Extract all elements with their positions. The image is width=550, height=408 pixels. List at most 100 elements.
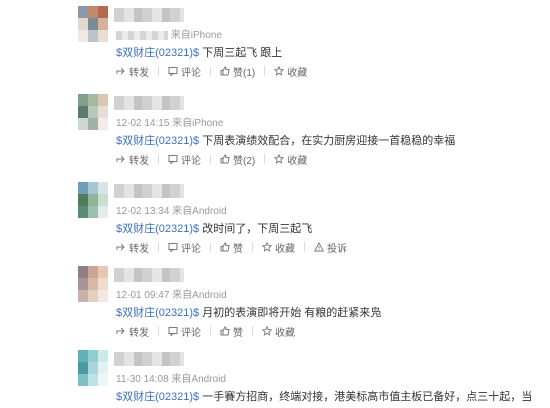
comment-label: 评论 xyxy=(181,327,201,339)
post-actions: 转发 评论 赞 收藏 xyxy=(116,324,295,339)
avatar-pixel xyxy=(88,30,98,42)
stock-link[interactable]: $双财庄(02321)$ xyxy=(116,307,199,319)
username-blurred[interactable] xyxy=(114,184,184,198)
avatar-pixel xyxy=(98,30,108,42)
like-button[interactable]: 赞 xyxy=(220,240,243,255)
divider xyxy=(158,326,159,336)
forward-button[interactable]: 转发 xyxy=(116,240,149,255)
post-text: 下周三起飞 跟上 xyxy=(202,47,283,59)
warning-icon xyxy=(314,242,324,252)
divider xyxy=(264,154,266,164)
favorite-button[interactable]: 收藏 xyxy=(262,324,295,339)
forward-button[interactable]: 转发 xyxy=(116,64,149,79)
stock-link[interactable]: $双财庄(02321)$ xyxy=(116,47,199,59)
like-button[interactable]: 赞(1) xyxy=(220,64,255,79)
post-time: 12-02 14:15 xyxy=(116,118,173,129)
avatar-pixel xyxy=(98,18,108,30)
avatar-pixel xyxy=(78,278,88,290)
post-meta: 12-02 14:15 来自iPhone xyxy=(116,114,223,129)
avatar-pixel xyxy=(88,374,98,386)
star-icon xyxy=(274,154,285,164)
username-blurred[interactable] xyxy=(114,96,184,110)
comment-button[interactable]: 评论 xyxy=(168,64,201,79)
avatar-pixel xyxy=(88,118,98,130)
comment-button[interactable]: 评论 xyxy=(168,324,201,339)
comment-icon xyxy=(168,327,178,336)
avatar-pixel xyxy=(78,350,88,362)
avatar-pixel xyxy=(88,350,98,362)
stock-link[interactable]: $双财庄(02321)$ xyxy=(116,391,199,403)
avatar-pixel xyxy=(88,106,98,118)
post-time: 12-01 09:47 xyxy=(116,290,173,301)
avatar-pixel xyxy=(78,182,88,194)
comment-label: 评论 xyxy=(181,155,201,167)
avatar-pixel xyxy=(98,94,108,106)
forward-button[interactable]: 转发 xyxy=(116,324,149,339)
comment-button[interactable]: 评论 xyxy=(168,152,201,167)
stock-link[interactable]: $双财庄(02321)$ xyxy=(116,223,199,235)
favorite-label: 收藏 xyxy=(287,67,308,79)
like-label: 赞 xyxy=(233,243,243,255)
forward-icon xyxy=(116,243,125,251)
post-meta: 12-01 09:47 来自Android xyxy=(116,286,227,301)
forward-label: 转发 xyxy=(129,67,149,79)
report-button[interactable]: 投诉 xyxy=(314,240,347,255)
like-label: 赞(1) xyxy=(233,67,256,79)
post-content: $双财庄(02321)$ 一手賽方招商，终端对接，港美标高市值主板已备好，点三十… xyxy=(116,388,546,404)
like-button[interactable]: 赞 xyxy=(220,324,243,339)
divider xyxy=(252,242,253,252)
comment-button[interactable]: 评论 xyxy=(168,240,201,255)
divider xyxy=(158,66,159,76)
avatar[interactable] xyxy=(78,6,108,42)
favorite-button[interactable]: 收藏 xyxy=(274,64,307,79)
divider xyxy=(252,326,253,336)
divider xyxy=(210,66,211,76)
forward-label: 转发 xyxy=(129,155,149,167)
avatar-pixel xyxy=(88,290,98,302)
like-label: 赞(2) xyxy=(233,155,256,167)
like-button[interactable]: 赞(2) xyxy=(220,152,255,167)
avatar-pixel xyxy=(88,362,98,374)
username-blurred[interactable] xyxy=(114,268,184,282)
avatar[interactable] xyxy=(78,182,108,218)
comment-label: 评论 xyxy=(181,243,201,255)
post-meta: 12-02 13:34 来自Android xyxy=(116,202,227,217)
avatar-pixel xyxy=(88,278,98,290)
avatar[interactable] xyxy=(78,266,108,302)
avatar-pixel xyxy=(88,6,98,18)
avatar-pixel xyxy=(88,18,98,30)
avatar-pixel xyxy=(78,374,88,386)
post-actions: 转发 评论 赞(1) 收藏 xyxy=(116,64,307,79)
avatar-pixel xyxy=(78,266,88,278)
divider xyxy=(210,326,211,336)
star-icon xyxy=(262,242,272,252)
divider xyxy=(264,66,266,76)
avatar-pixel xyxy=(98,362,108,374)
avatar-pixel xyxy=(98,350,108,362)
avatar-pixel xyxy=(78,290,88,302)
favorite-button[interactable]: 收藏 xyxy=(262,240,295,255)
divider xyxy=(158,154,159,164)
post-source: 来自iPhone xyxy=(172,118,224,129)
favorite-button[interactable]: 收藏 xyxy=(274,152,307,167)
divider xyxy=(158,242,159,252)
avatar-pixel xyxy=(98,206,108,218)
divider xyxy=(304,242,305,252)
avatar-pixel xyxy=(88,94,98,106)
thumbs-up-icon xyxy=(220,154,230,164)
avatar-pixel xyxy=(78,30,88,42)
avatar[interactable] xyxy=(78,94,108,130)
username-blurred[interactable] xyxy=(114,352,184,366)
username-blurred[interactable] xyxy=(114,8,184,22)
avatar[interactable] xyxy=(78,350,108,386)
post-actions: 转发 评论 赞(2) 收藏 xyxy=(116,152,307,167)
stock-link[interactable]: $双财庄(02321)$ xyxy=(116,135,199,147)
avatar-pixel xyxy=(98,106,108,118)
avatar-pixel xyxy=(78,106,88,118)
thumbs-up-icon xyxy=(220,66,230,76)
post-text: 月初的表演即将开始 有粮的赶紧来凫 xyxy=(202,307,382,319)
like-label: 赞 xyxy=(233,327,243,339)
avatar-pixel xyxy=(98,290,108,302)
forward-button[interactable]: 转发 xyxy=(116,152,149,167)
avatar-pixel xyxy=(98,266,108,278)
